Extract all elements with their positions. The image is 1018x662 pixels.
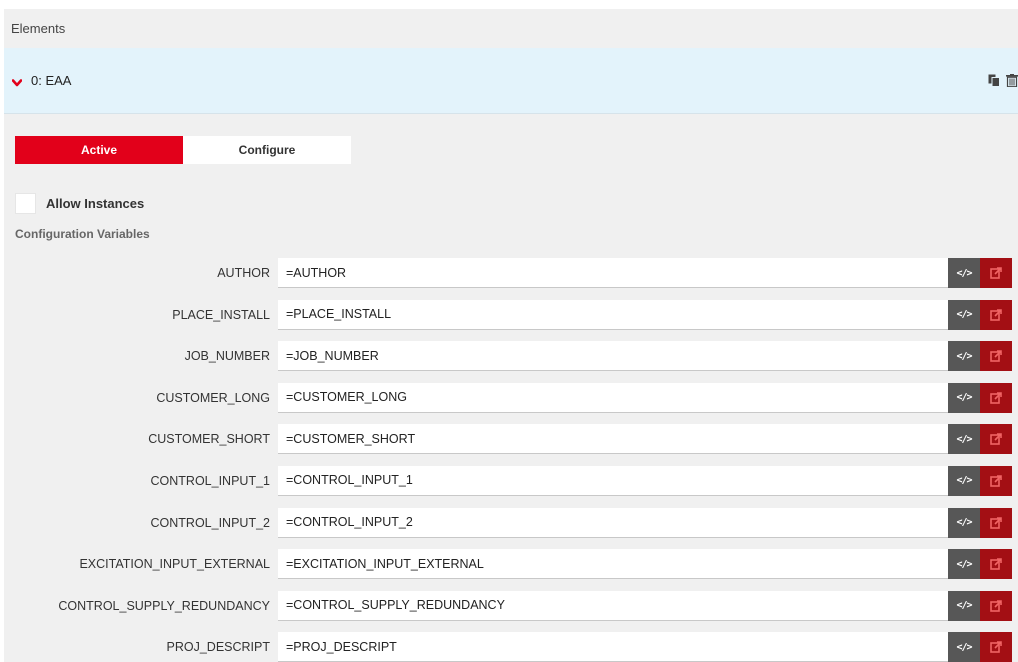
chevron-down-icon[interactable] (11, 75, 23, 86)
panel-header: Elements (4, 9, 1018, 48)
variable-row: PROJ_DESCRIPT </> (4, 632, 1014, 662)
code-button[interactable]: </> (948, 590, 980, 621)
code-icon: </> (956, 600, 972, 612)
external-link-button[interactable] (980, 341, 1012, 372)
code-icon: </> (956, 641, 972, 653)
trash-icon[interactable] (1006, 74, 1018, 88)
variable-row: PLACE_INSTALL </> (4, 299, 1014, 330)
external-link-button[interactable] (980, 632, 1012, 662)
external-link-icon (990, 391, 1002, 404)
code-icon: </> (956, 558, 972, 570)
variable-input[interactable] (278, 632, 948, 662)
code-button[interactable]: </> (948, 507, 980, 538)
external-link-icon (990, 516, 1002, 529)
element-row-eaa[interactable]: 0: EAA (4, 48, 1018, 114)
code-button[interactable]: </> (948, 632, 980, 662)
element-title: 0: EAA (31, 73, 72, 88)
code-icon: </> (956, 350, 972, 362)
code-button[interactable]: </> (948, 424, 980, 455)
external-link-icon (990, 599, 1002, 612)
code-icon: </> (956, 433, 972, 445)
variable-input[interactable] (278, 299, 948, 330)
variable-input[interactable] (278, 507, 948, 538)
code-icon: </> (956, 267, 972, 279)
external-link-button[interactable] (980, 590, 1012, 621)
variable-input[interactable] (278, 465, 948, 496)
panel-title: Elements (11, 21, 66, 36)
code-button[interactable]: </> (948, 465, 980, 496)
variable-input[interactable] (278, 590, 948, 621)
tab-active-label: Active (80, 143, 118, 157)
tab-bar: Active Configure (15, 136, 351, 164)
page: Elements 0: EAA Active Configure Allow I… (0, 0, 1018, 662)
code-button[interactable]: </> (948, 341, 980, 372)
allow-instances-row: Allow Instances (15, 192, 1018, 214)
variable-label: AUTHOR (217, 266, 270, 280)
variable-input[interactable] (278, 382, 948, 413)
variable-label: PLACE_INSTALL (172, 307, 270, 322)
external-link-button[interactable] (980, 382, 1012, 413)
allow-instances-checkbox[interactable] (15, 192, 36, 214)
allow-instances-label: Allow Instances (46, 195, 145, 211)
variable-label: CONTROL_INPUT_1 (150, 473, 270, 488)
variable-row: CUSTOMER_LONG </> (4, 382, 1014, 413)
external-link-icon (990, 475, 1002, 487)
variable-input[interactable] (278, 341, 948, 372)
external-link-button[interactable] (980, 424, 1012, 455)
tab-configure-label: Configure (238, 143, 296, 157)
variable-label: JOB_NUMBER (184, 349, 270, 364)
code-icon: </> (956, 475, 972, 487)
variable-row: CONTROL_SUPPLY_REDUNDANCY </> (4, 590, 1014, 621)
external-link-icon (990, 350, 1002, 362)
variable-row: CONTROL_INPUT_1 </> (4, 465, 1014, 496)
variable-label: CONTROL_SUPPLY_REDUNDANCY (58, 598, 270, 613)
element-actions (988, 74, 1018, 88)
variable-label: EXCITATION_INPUT_EXTERNAL (79, 557, 270, 572)
external-link-button[interactable] (980, 507, 1012, 538)
code-button[interactable]: </> (948, 549, 980, 580)
variable-row: CUSTOMER_SHORT </> (4, 424, 1014, 455)
tab-configure[interactable]: Configure (183, 136, 351, 164)
code-icon: </> (956, 392, 972, 404)
variable-input[interactable] (278, 424, 948, 455)
config-variables-list: AUTHOR </> PLACE_INSTALL </> JOB_NUMBER … (4, 258, 1014, 662)
external-link-icon (990, 433, 1002, 446)
variable-input[interactable] (278, 258, 948, 288)
variable-input[interactable] (278, 549, 948, 580)
code-button[interactable]: </> (948, 299, 980, 330)
variable-label: CUSTOMER_LONG (156, 390, 270, 405)
external-link-icon (990, 267, 1002, 279)
external-link-button[interactable] (980, 465, 1012, 496)
config-variables-heading: Configuration Variables (15, 227, 150, 241)
code-button[interactable]: </> (948, 382, 980, 413)
element-body: Active Configure Allow Instances Configu… (4, 114, 1018, 241)
code-icon: </> (956, 309, 972, 321)
variable-label: PROJ_DESCRIPT (166, 640, 271, 655)
code-button[interactable]: </> (948, 258, 980, 288)
variable-row: JOB_NUMBER </> (4, 341, 1014, 372)
copy-icon[interactable] (988, 74, 1000, 87)
variable-row: AUTHOR </> (4, 258, 1014, 288)
variable-label: CUSTOMER_SHORT (148, 432, 270, 447)
external-link-icon (990, 558, 1002, 570)
variable-label: CONTROL_INPUT_2 (150, 515, 270, 530)
variable-row: EXCITATION_INPUT_EXTERNAL </> (4, 549, 1014, 580)
external-link-button[interactable] (980, 299, 1012, 330)
external-link-button[interactable] (980, 549, 1012, 580)
tab-active[interactable]: Active (15, 136, 183, 164)
external-link-icon (990, 308, 1002, 321)
external-link-button[interactable] (980, 258, 1012, 288)
external-link-icon (990, 641, 1002, 654)
variable-row: CONTROL_INPUT_2 </> (4, 507, 1014, 538)
code-icon: </> (956, 517, 972, 529)
